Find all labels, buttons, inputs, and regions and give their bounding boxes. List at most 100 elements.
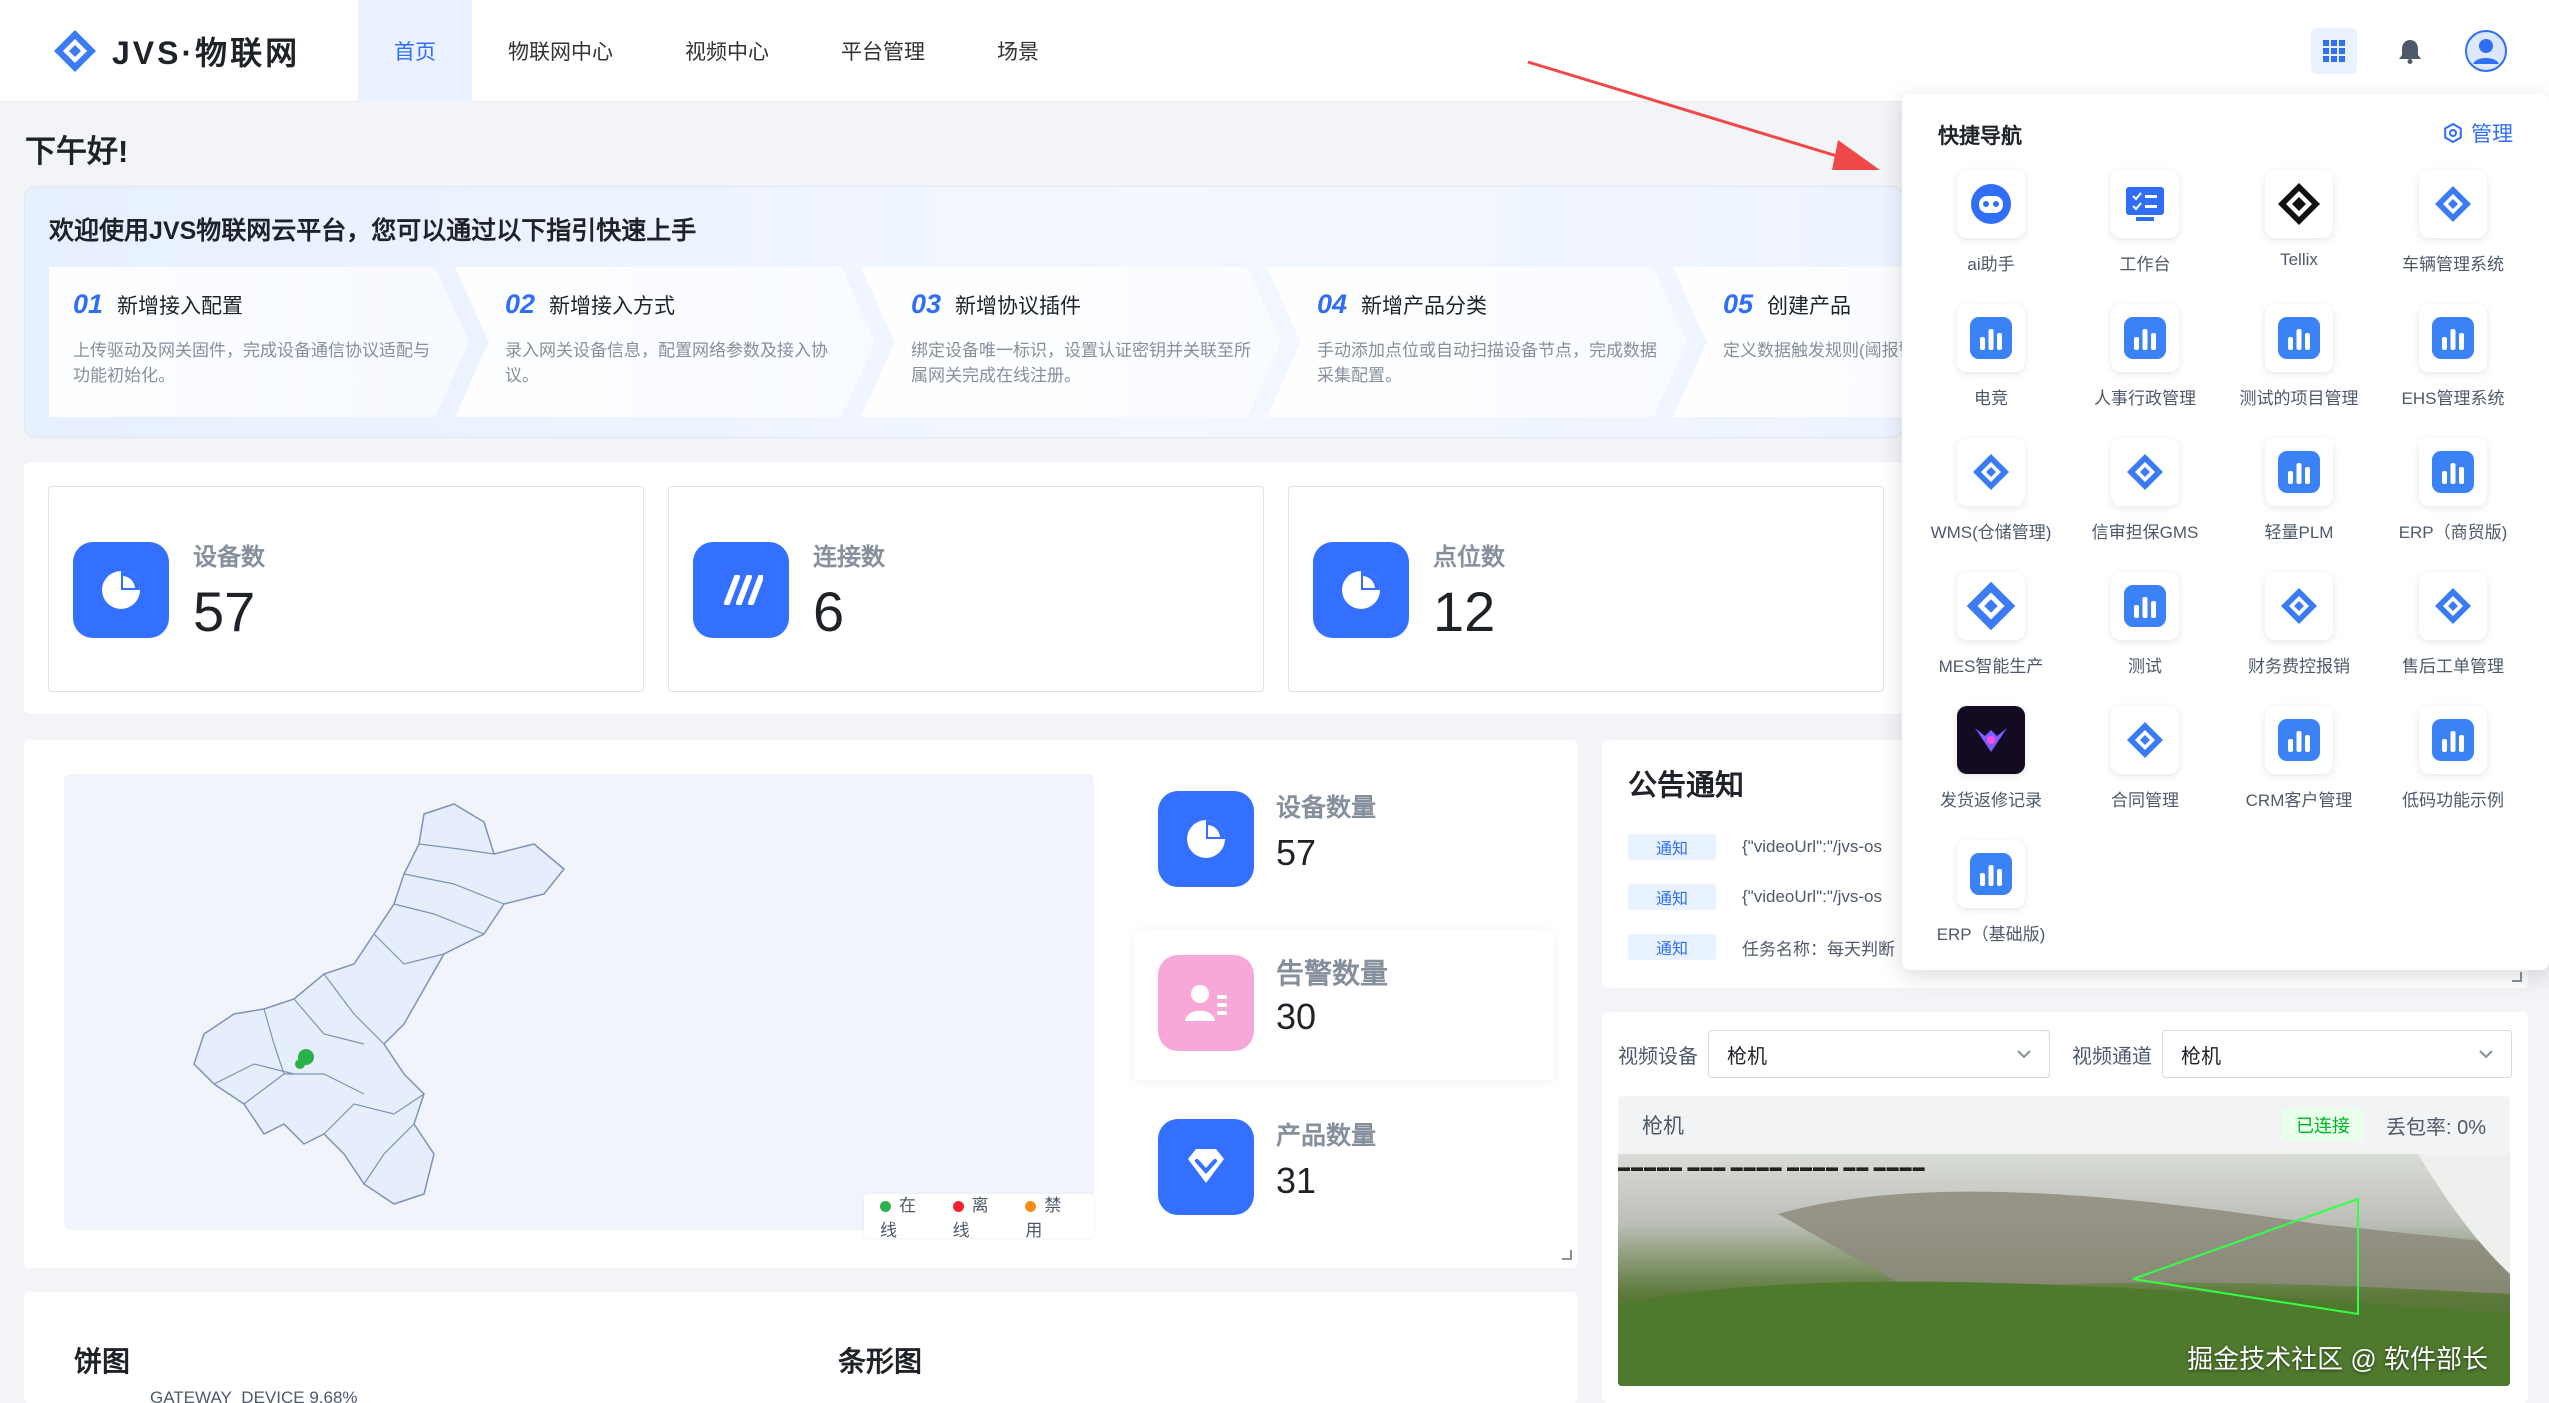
- device-map[interactable]: 在线 离线 禁用: [64, 774, 1094, 1240]
- bell-icon: [2399, 40, 2421, 64]
- legend-disabled-dot: [1025, 1201, 1037, 1213]
- quick-nav-item[interactable]: 财务费控报销: [2222, 570, 2376, 704]
- chevron-down-icon: [2017, 1050, 2031, 1059]
- quick-nav-label: Tellix: [2280, 250, 2318, 269]
- quick-nav-item[interactable]: Tellix: [2222, 168, 2376, 302]
- quick-nav-manage-button[interactable]: 管理: [2443, 118, 2513, 148]
- video-stream[interactable]: ▬▬▬▬▬ ▬▬▬ ▬▬▬▬ ▬▬▬▬ ▬▬ ▬▬▬▬ 掘金技术社区 @ 软件部…: [1618, 1154, 2510, 1386]
- step-number: 01: [73, 289, 104, 319]
- step-description: 手动添加点位或自动扫描设备节点，完成数据采集配置。: [1317, 341, 1657, 385]
- step-name: 新增接入方式: [549, 295, 676, 318]
- quick-nav-item[interactable]: 工作台: [2068, 168, 2222, 302]
- user-avatar-button[interactable]: [2463, 28, 2509, 74]
- stat-card-devices[interactable]: 设备数 57: [48, 486, 644, 692]
- video-watermark: 掘金技术社区 @ 软件部长: [2187, 1344, 2488, 1374]
- quick-nav-item[interactable]: 测试的项目管理: [2222, 302, 2376, 436]
- legend-online[interactable]: 在线: [880, 1191, 933, 1241]
- workbench-icon: [2111, 170, 2179, 238]
- nav-home[interactable]: 首页: [358, 0, 472, 102]
- quick-nav-item[interactable]: 电竞: [1914, 302, 2068, 436]
- connection-status-badge: 已连接: [2281, 1109, 2364, 1141]
- charts-panel: 饼图 GATEWAY_DEVICE 9.68% 条形图: [24, 1292, 1578, 1403]
- apps-grid-icon: [2323, 40, 2345, 62]
- notice-item[interactable]: 通知 任务名称：每天判断: [1628, 922, 1912, 972]
- jvs-logo-icon: [2265, 572, 2333, 640]
- jvs-logo-icon: [2111, 438, 2179, 506]
- bar-chart-icon: [2265, 304, 2333, 372]
- quick-nav-item[interactable]: EHS管理系统: [2376, 302, 2530, 436]
- pie-chart-title: 饼图: [74, 1346, 131, 1377]
- bar-chart-icon: [2111, 572, 2179, 640]
- stat-label: 设备数: [193, 544, 265, 571]
- video-player[interactable]: 枪机 已连接 丢包率: 0% ▬▬▬▬▬ ▬▬▬ ▬▬▬▬ ▬▬▬▬ ▬▬ ▬▬…: [1618, 1096, 2510, 1386]
- step-name: 新增协议插件: [955, 295, 1082, 318]
- legend-online-dot: [880, 1201, 891, 1213]
- notice-item[interactable]: 通知 {"videoUrl":"/jvs-os: [1628, 872, 1912, 922]
- video-channel-select[interactable]: 枪机: [2162, 1030, 2512, 1078]
- bar-chart-icon: [1957, 840, 2025, 908]
- connection-slash-icon: [693, 542, 789, 638]
- panel-resize-handle[interactable]: [1562, 1250, 1572, 1260]
- device-map-panel: 在线 离线 禁用 设备数量 57 告警数量 30 产品数量 31: [24, 740, 1578, 1268]
- video-device-select[interactable]: 枪机: [1708, 1030, 2050, 1078]
- app-logo-text: JVS·物联网: [112, 35, 301, 71]
- legend-disabled[interactable]: 禁用: [1025, 1191, 1078, 1241]
- stat-value: 57: [193, 580, 256, 643]
- quick-nav-item[interactable]: 售后工单管理: [2376, 570, 2530, 704]
- nav-video-center[interactable]: 视频中心: [649, 0, 805, 102]
- app-logo[interactable]: JVS·物联网: [52, 26, 300, 76]
- jvs-logo-icon: [2419, 572, 2487, 640]
- quick-nav-item[interactable]: ERP（商贸版): [2376, 436, 2530, 570]
- quick-nav-item[interactable]: CRM客户管理: [2222, 704, 2376, 838]
- notice-item[interactable]: 通知 {"videoUrl":"/jvs-os: [1628, 822, 1912, 872]
- quick-nav-label: 财务费控报销: [2248, 657, 2350, 676]
- quick-nav-item[interactable]: 低码功能示例: [2376, 704, 2530, 838]
- nav-platform-management[interactable]: 平台管理: [805, 0, 961, 102]
- device-count-value: 57: [1276, 832, 1317, 873]
- quick-nav-item[interactable]: 人事行政管理: [2068, 302, 2222, 436]
- jvs-logo-icon: [2111, 706, 2179, 774]
- quick-nav-item[interactable]: WMS(仓储管理): [1914, 436, 2068, 570]
- quick-nav-item[interactable]: MES智能生产: [1914, 570, 2068, 704]
- quick-start-guide: 欢迎使用JVS物联网云平台，您可以通过以下指引快速上手 01 新增接入配置 上传驱…: [24, 186, 2093, 438]
- quick-nav-grid: ai助手 工作台 Tellix 车辆管理系统 电竞 人事行政管理 测试的项目管理…: [1914, 168, 2530, 972]
- quick-nav-title: 快捷导航: [1938, 125, 2022, 148]
- quick-nav-item[interactable]: 发货返修记录: [1914, 704, 2068, 838]
- quick-nav-item[interactable]: 测试: [2068, 570, 2222, 704]
- pie-chart-icon: [1158, 791, 1254, 887]
- product-count-stat: 产品数量 31: [1134, 1094, 1554, 1244]
- top-icons: [2311, 28, 2509, 74]
- legend-offline-dot: [952, 1201, 964, 1213]
- step-number: 05: [1723, 289, 1754, 319]
- quick-nav-label: 工作台: [2119, 255, 2171, 274]
- quick-nav-label: 售后工单管理: [2402, 657, 2504, 676]
- stat-card-points[interactable]: 点位数 12: [1288, 486, 1884, 692]
- alarm-count-stat: 告警数量 30: [1134, 930, 1554, 1080]
- nav-scenes[interactable]: 场景: [961, 0, 1075, 102]
- legend-offline[interactable]: 离线: [952, 1191, 1006, 1241]
- quick-nav-item[interactable]: ai助手: [1914, 168, 2068, 302]
- product-count-value: 31: [1276, 1160, 1317, 1201]
- quick-nav-item[interactable]: 信审担保GMS: [2068, 436, 2222, 570]
- jvs-logo-icon: [1957, 438, 2025, 506]
- nav-iot-center[interactable]: 物联网中心: [472, 0, 649, 102]
- quick-nav-item[interactable]: 合同管理: [2068, 704, 2222, 838]
- quick-nav-label: 电竞: [1974, 389, 2008, 408]
- stat-card-connections[interactable]: 连接数 6: [668, 486, 1264, 692]
- user-avatar-icon: [2465, 30, 2507, 72]
- guide-step[interactable]: 02 新增接入方式 录入网关设备信息，配置网络参数及接入协议。: [455, 267, 875, 417]
- quick-nav-item[interactable]: 轻量PLM: [2222, 436, 2376, 570]
- notice-tag: 通知: [1628, 834, 1716, 860]
- quick-nav-item[interactable]: 车辆管理系统: [2376, 168, 2530, 302]
- pie-chart-icon: [73, 542, 169, 638]
- quick-nav-item[interactable]: ERP（基础版): [1914, 838, 2068, 972]
- apps-grid-button[interactable]: [2311, 28, 2357, 74]
- step-description: 上传驱动及网关固件，完成设备通信协议适配与功能初始化。: [73, 341, 430, 385]
- notice-text: 任务名称：每天判断: [1742, 939, 1895, 959]
- guide-step[interactable]: 01 新增接入配置 上传驱动及网关固件，完成设备通信协议适配与功能初始化。: [49, 267, 469, 417]
- panel-resize-handle[interactable]: [2512, 972, 2522, 982]
- guide-step[interactable]: 03 新增协议插件 绑定设备唯一标识，设置认证密钥并关联至所属网关完成在线注册。: [861, 267, 1281, 417]
- quick-nav-manage-label: 管理: [2471, 123, 2513, 146]
- guide-step[interactable]: 04 新增产品分类 手动添加点位或自动扫描设备节点，完成数据采集配置。: [1267, 267, 1687, 417]
- notification-button[interactable]: [2387, 28, 2433, 74]
